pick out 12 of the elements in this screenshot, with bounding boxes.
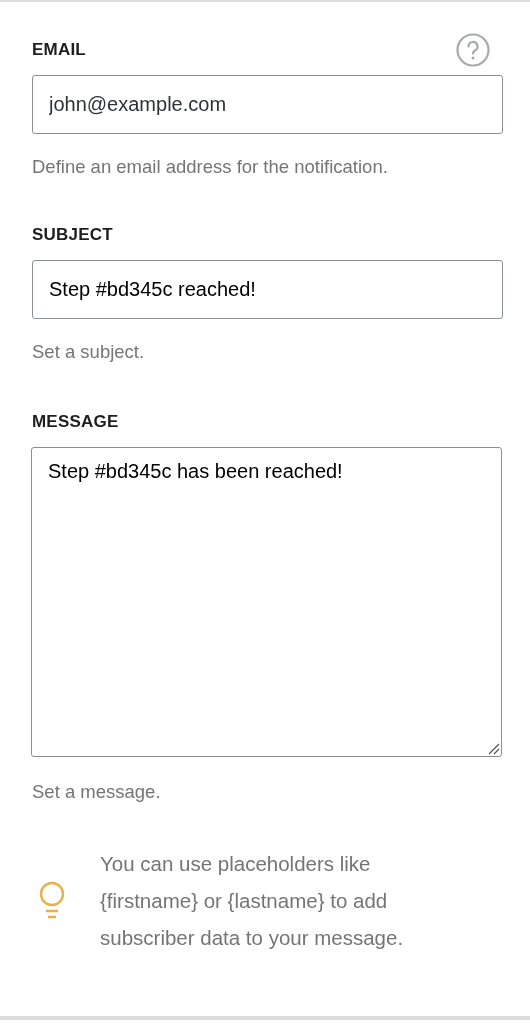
resize-handle-icon[interactable] — [488, 743, 500, 755]
help-text: Set a message. — [32, 781, 162, 803]
field-label: MESSAGE — [32, 412, 119, 432]
input-field[interactable]: Step #bd345c reached! — [32, 260, 503, 319]
tip-text: You can use placeholders like {firstname} or {lastname} to add subscriber data to your message. — [100, 851, 405, 951]
help-text: Define an email address for the notification. — [32, 156, 389, 178]
help-text: Set a subject. — [32, 341, 146, 363]
field-label: SUBJECT — [32, 225, 113, 245]
lightbulb-icon — [38, 880, 66, 921]
field-label: EMAIL — [32, 40, 86, 60]
message-field[interactable]: Step #bd345c has been reached! — [31, 447, 502, 757]
input-field[interactable]: john@example.com — [32, 75, 503, 134]
